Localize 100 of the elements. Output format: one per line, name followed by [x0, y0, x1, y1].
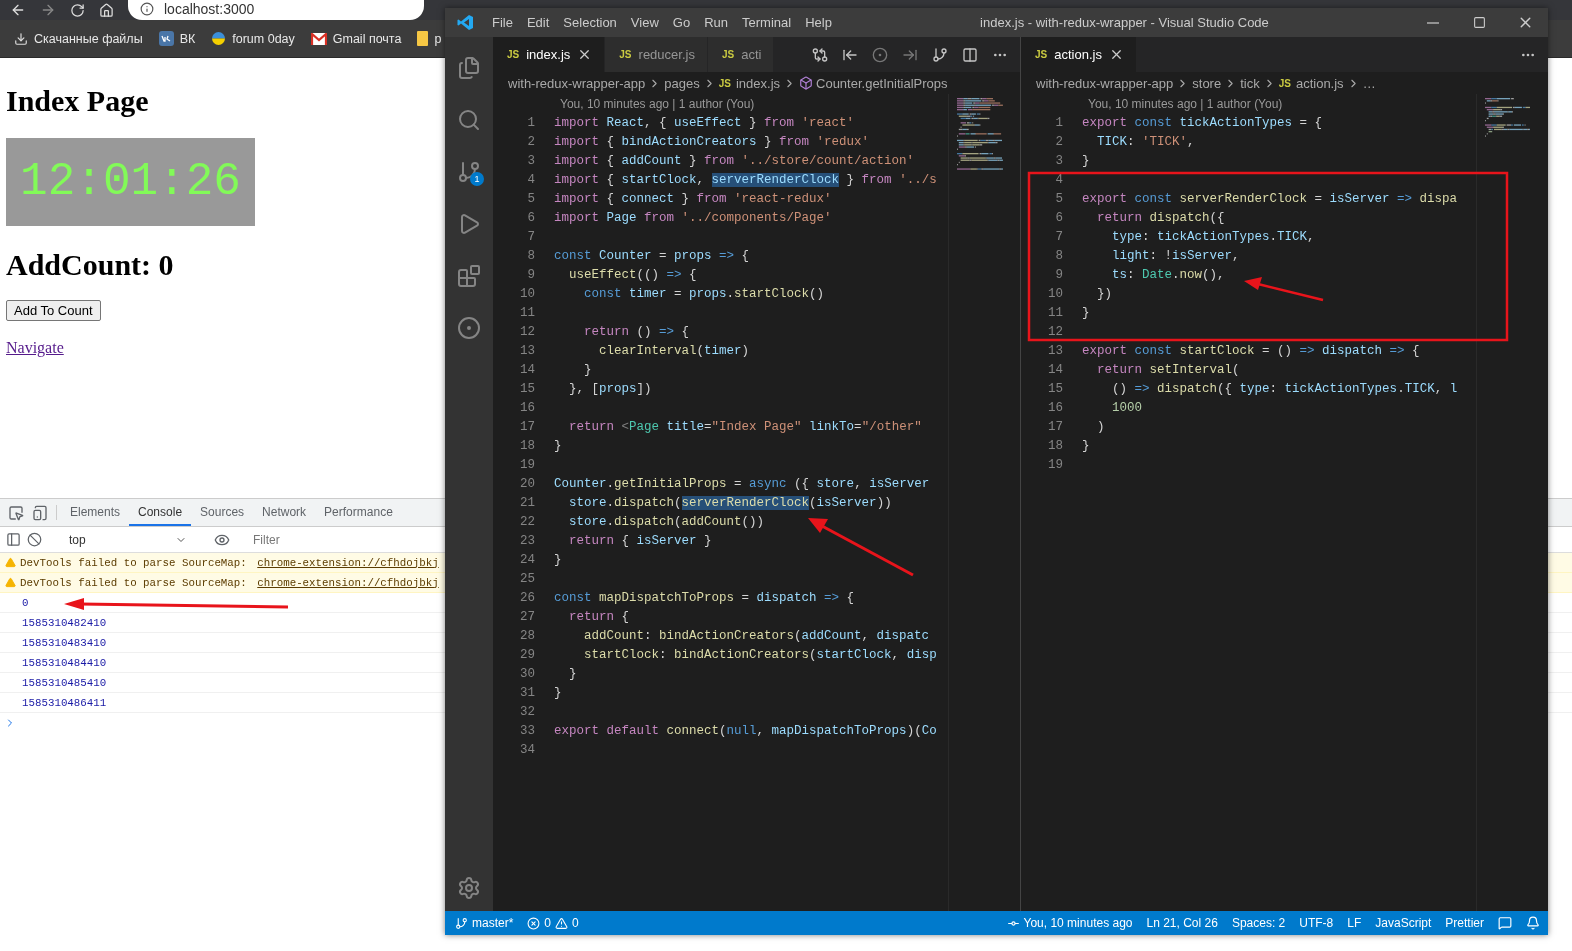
status-item[interactable]: UTF-8 — [1299, 916, 1334, 930]
breadcrumb-item[interactable]: with-redux-wrapper-app — [1036, 75, 1174, 91]
devtools-tab[interactable]: Network — [253, 499, 316, 526]
breadcrumb-item[interactable]: tick — [1240, 75, 1260, 91]
line-number: 7 — [1054, 229, 1064, 244]
branch-icon[interactable] — [932, 46, 948, 63]
vk-icon — [158, 31, 174, 46]
menu-item[interactable]: Run — [697, 15, 735, 30]
breadcrumb-item[interactable]: pages — [664, 75, 700, 91]
line-number: 18 — [1047, 438, 1064, 453]
line-number: 8 — [526, 248, 536, 263]
code-line: export const serverRenderClock = isServer => dispa — [1082, 191, 1458, 206]
menu-item[interactable]: Terminal — [735, 15, 799, 30]
menu-item[interactable]: Selection — [556, 15, 624, 30]
menu-item[interactable]: Edit — [519, 15, 557, 30]
line-number: 25 — [519, 571, 536, 586]
device-icon[interactable] — [32, 504, 48, 521]
status-item[interactable]: JavaScript — [1375, 916, 1432, 930]
console-message: 1585310484410 — [22, 656, 107, 669]
line-number: 11 — [1047, 305, 1064, 320]
line-number: 9 — [1054, 267, 1064, 282]
devtools-tab[interactable]: Elements — [61, 499, 130, 526]
notifications-icon[interactable] — [1526, 916, 1540, 930]
navigate-link[interactable]: Navigate — [6, 339, 64, 356]
problems-status[interactable]: 0 0 — [527, 916, 579, 930]
back-icon[interactable] — [10, 2, 26, 18]
code-line: return { isServer } — [568, 533, 712, 548]
error-icon — [527, 916, 541, 930]
branch-status[interactable]: master* — [455, 916, 514, 930]
console-link[interactable]: chrome-extension://cfhdojbkj — [257, 576, 439, 589]
code-line: } — [554, 552, 562, 567]
context-select[interactable]: top — [63, 532, 193, 547]
line-number: 24 — [519, 552, 536, 567]
menu-item[interactable]: File — [485, 15, 520, 30]
devtools-tab[interactable]: Performance — [315, 499, 402, 526]
reload-icon[interactable] — [70, 2, 85, 18]
console-message: DevTools failed to parse SourceMap: — [20, 556, 248, 569]
devtools-tab[interactable]: Sources — [191, 499, 254, 526]
menu-item[interactable]: Help — [798, 15, 839, 30]
status-item[interactable]: LF — [1347, 916, 1362, 930]
settings-icon[interactable] — [457, 876, 481, 900]
feedback-icon[interactable] — [1498, 916, 1512, 930]
menu-item[interactable]: Go — [665, 15, 698, 30]
bookmark[interactable]: p — [434, 31, 442, 46]
line-number: 13 — [1047, 343, 1064, 358]
code-line: } — [1082, 305, 1090, 320]
line-number: 10 — [1047, 286, 1064, 301]
inspect-icon[interactable] — [8, 504, 24, 521]
breadcrumb-item[interactable]: with-redux-wrapper-app — [508, 75, 646, 91]
sidebar-icon[interactable] — [6, 532, 21, 547]
code-line: } — [1082, 438, 1090, 453]
home-icon[interactable] — [99, 2, 114, 18]
code-line: ) — [1096, 419, 1105, 434]
address-bar[interactable]: localhost:3000 — [128, 0, 424, 20]
line-number: 5 — [1054, 191, 1064, 206]
status-item[interactable]: Ln 21, Col 26 — [1146, 916, 1218, 930]
split-editor-icon[interactable] — [962, 46, 978, 63]
console-message: 1585310485410 — [22, 676, 107, 689]
breadcrumb-item[interactable]: JS index.js — [718, 75, 780, 91]
code-line: return () => { — [583, 324, 690, 339]
editor-tab[interactable]: JS action.js — [1021, 37, 1137, 72]
line-number: 34 — [519, 742, 536, 757]
editor-tab[interactable]: JS reducer.js — [605, 37, 708, 72]
editor-logo-icon — [456, 14, 474, 31]
add-to-count-button[interactable]: Add To Count — [6, 300, 101, 321]
breadcrumb-item[interactable]: Counter.getInitialProps — [816, 75, 948, 91]
code-line: import { addCount } from '../store/count/action' — [554, 153, 915, 168]
dot-icon[interactable] — [872, 46, 888, 63]
code-line: addCount: bindActionCreators(addCount, dispatc — [583, 628, 930, 643]
menu-item[interactable]: View — [623, 15, 666, 30]
source-control-icon[interactable] — [457, 160, 481, 184]
compare-icon[interactable] — [812, 46, 828, 63]
line-number: 14 — [519, 362, 536, 377]
forward-icon[interactable] — [40, 2, 56, 18]
status-item[interactable]: You, 10 minutes ago — [1006, 916, 1133, 930]
devtools-tab[interactable]: Console — [129, 499, 192, 526]
search-icon[interactable] — [457, 108, 481, 132]
bookmark[interactable]: ВК — [179, 31, 196, 46]
editor-tab[interactable]: JS acti — [707, 37, 775, 72]
status-item[interactable]: Prettier — [1445, 916, 1484, 930]
line-number: 6 — [1054, 210, 1064, 225]
clear-icon[interactable] — [27, 532, 42, 547]
count-badge: 1 — [470, 172, 484, 186]
breadcrumb-item[interactable]: JS action.js — [1278, 75, 1344, 91]
explorer-icon[interactable] — [457, 56, 481, 80]
code-line: Counter.getInitialProps = async ({ store, isServer — [554, 476, 930, 491]
console-link[interactable]: chrome-extension://cfhdojbkj — [257, 556, 439, 569]
bookmark[interactable]: Скачанные файлы — [34, 31, 143, 46]
code-line: import { startClock, serverRenderClock } from '../s — [554, 172, 937, 187]
breadcrumb-item[interactable]: … — [1362, 75, 1376, 91]
bookmark[interactable]: Gmail почта — [332, 31, 402, 46]
history-icon[interactable] — [457, 316, 481, 340]
status-item[interactable]: Spaces: 2 — [1231, 916, 1286, 930]
editor-tab[interactable]: JS index.js — [493, 37, 606, 72]
code-line: } — [554, 438, 562, 453]
bookmark[interactable]: forum 0day — [232, 31, 295, 46]
breadcrumb-item[interactable]: store — [1192, 75, 1222, 91]
console-message: DevTools failed to parse SourceMap: — [20, 576, 248, 589]
extensions-icon[interactable] — [457, 264, 481, 288]
maximize-icon — [1472, 16, 1486, 29]
